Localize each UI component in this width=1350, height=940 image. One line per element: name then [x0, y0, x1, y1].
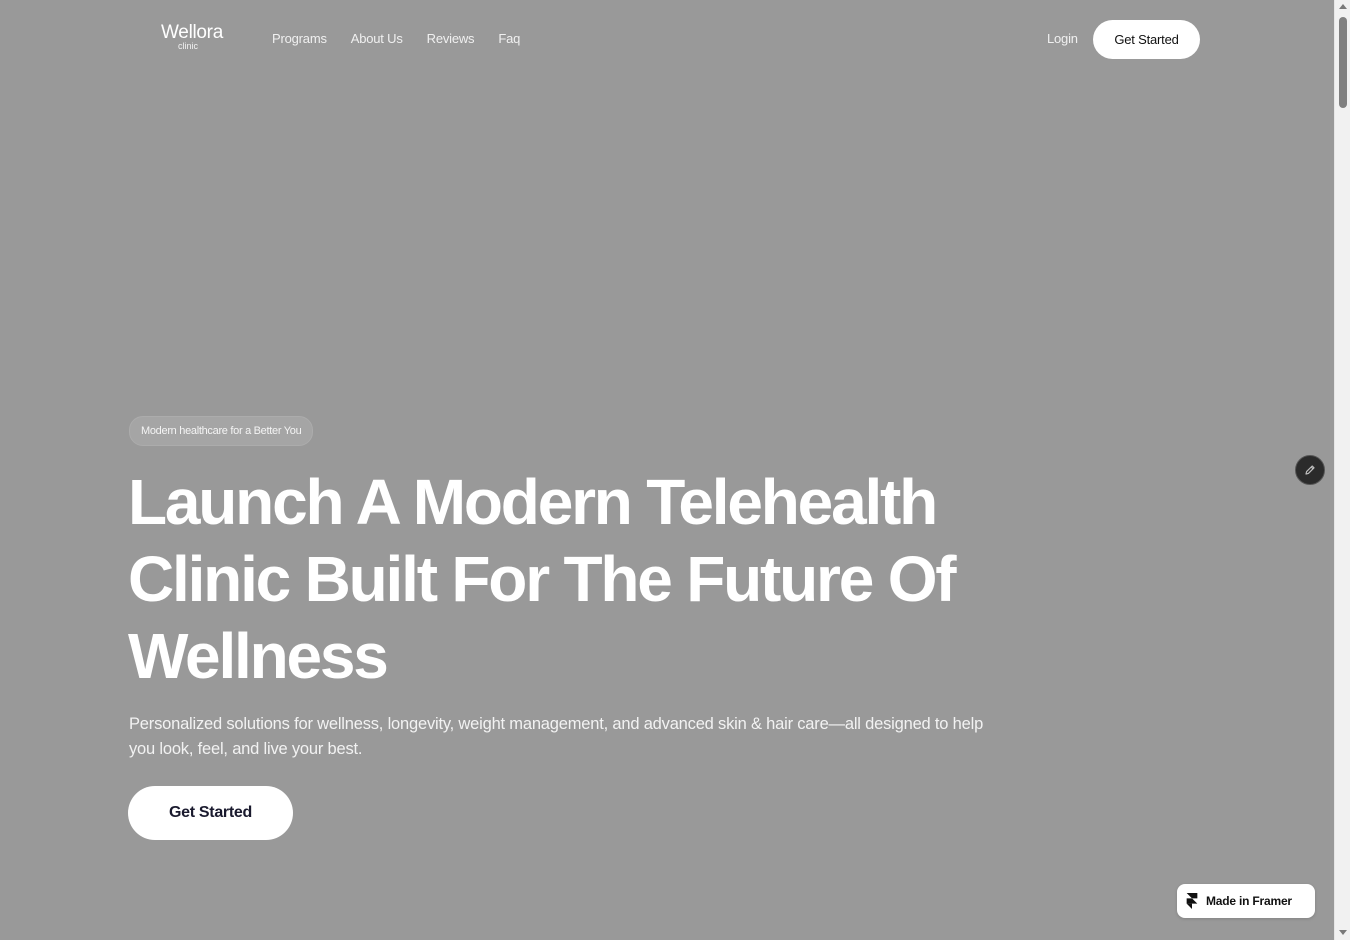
framer-logo-icon — [1186, 893, 1198, 909]
nav-item-about-us[interactable]: About Us — [351, 31, 403, 46]
page-scrollbar[interactable] — [1334, 0, 1350, 940]
nav-item-faq[interactable]: Faq — [498, 31, 520, 46]
hero-section: Wellora clinic Programs About Us Reviews… — [0, 0, 1334, 940]
page: Wellora clinic Programs About Us Reviews… — [0, 0, 1350, 940]
header-get-started-button[interactable]: Get Started — [1093, 20, 1200, 59]
pencil-icon — [1305, 465, 1315, 475]
nav-item-programs[interactable]: Programs — [272, 31, 327, 46]
hero-headline: Launch A Modern Telehealth Clinic Built … — [128, 466, 957, 692]
login-link[interactable]: Login — [1047, 31, 1078, 46]
scroll-down-arrow-icon[interactable] — [1339, 930, 1347, 935]
brand-subtitle: clinic — [177, 41, 198, 51]
edit-button[interactable] — [1295, 455, 1325, 485]
hero-get-started-button[interactable]: Get Started — [128, 786, 293, 840]
made-in-framer-badge[interactable]: Made in Framer — [1177, 884, 1315, 918]
tagline-pill: Modern healthcare for a Better You — [129, 416, 314, 446]
brand-logo[interactable]: Wellora clinic — [152, 23, 232, 51]
scrollbar-thumb[interactable] — [1339, 17, 1347, 108]
made-in-framer-label: Made in Framer — [1206, 894, 1292, 908]
brand-name: Wellora — [161, 22, 223, 43]
nav-item-reviews[interactable]: Reviews — [427, 31, 475, 46]
main-nav: Programs About Us Reviews Faq — [272, 31, 520, 46]
scroll-up-arrow-icon[interactable] — [1339, 4, 1347, 9]
hero-subtext: Personalized solutions for wellness, lon… — [129, 715, 984, 758]
